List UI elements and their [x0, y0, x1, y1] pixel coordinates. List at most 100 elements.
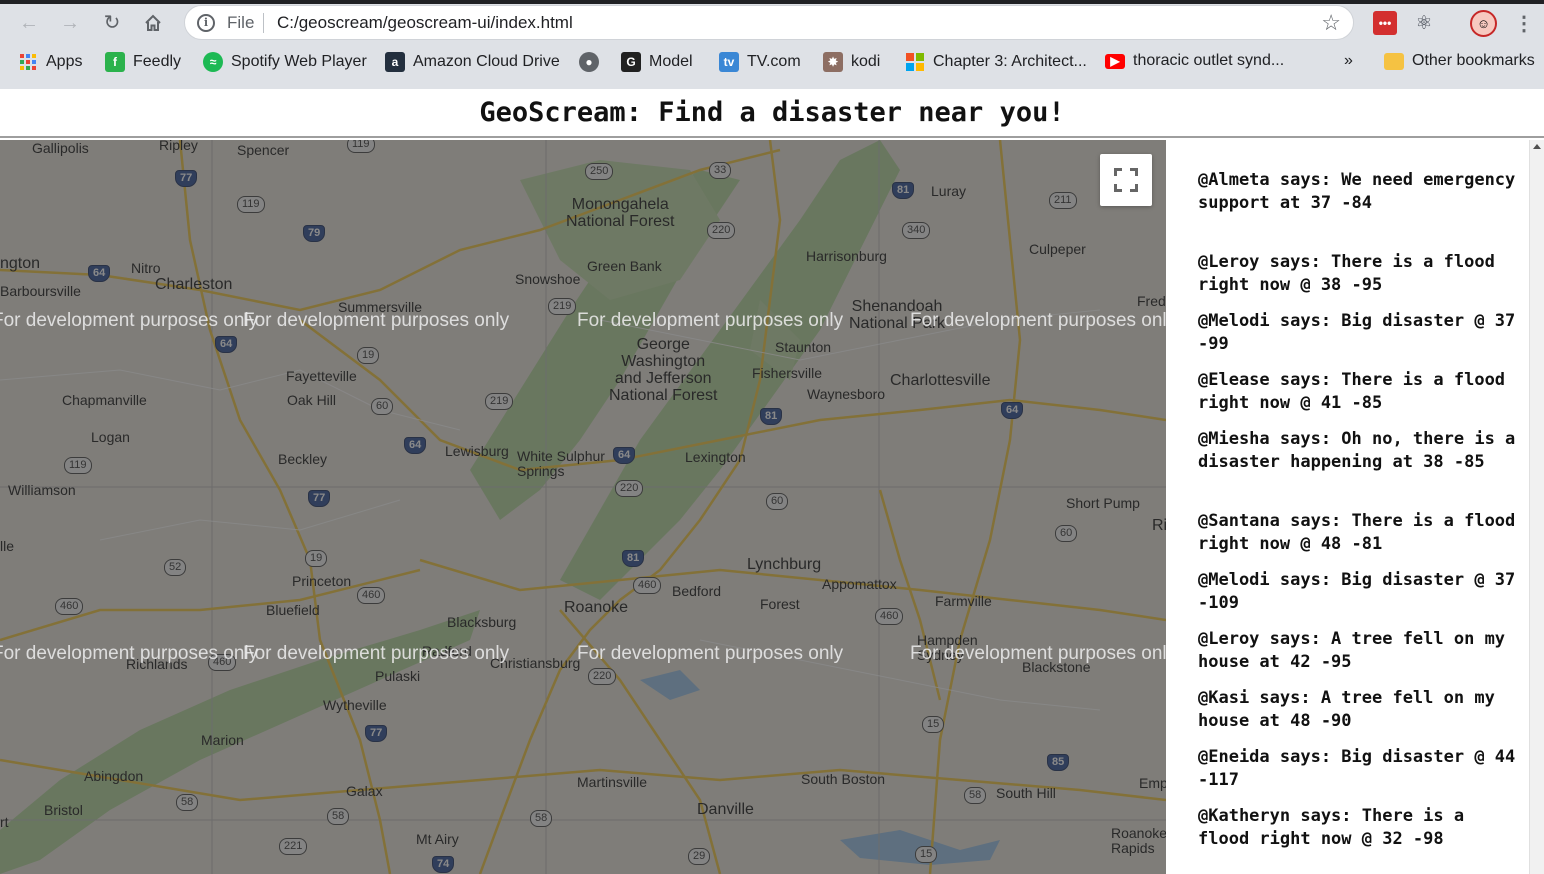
map-place-label: Roanoke — [564, 599, 629, 616]
reload-icon[interactable]: ↻ — [99, 11, 125, 35]
map-place-label: Galax — [346, 783, 383, 799]
route-shield: 58 — [176, 794, 199, 811]
route-shield: 77 — [175, 170, 198, 187]
tv-icon: tv — [719, 52, 739, 72]
map-place-label: Chapmanville — [62, 392, 147, 408]
other-bookmarks-folder[interactable]: Other bookmarks — [1384, 52, 1535, 70]
map-place-label: Luray — [931, 183, 967, 199]
bookmark-globe[interactable]: ● — [579, 52, 599, 72]
microsoft-icon — [905, 52, 925, 72]
page-title: GeoScream: Find a disaster near you! — [479, 97, 1065, 128]
info-icon[interactable]: i — [197, 14, 215, 32]
route-shield: 220 — [588, 668, 617, 685]
bookmark-feedly[interactable]: f Feedly — [105, 52, 181, 72]
map-place-label: Ri — [1152, 517, 1166, 534]
map-place-label: Logan — [91, 429, 130, 445]
map-watermark: For development purposes only — [910, 643, 1166, 664]
map-watermark: For development purposes only — [577, 643, 844, 664]
bookmark-tvcom[interactable]: tv TV.com — [719, 52, 801, 72]
route-shield: 77 — [365, 725, 388, 742]
route-shield: 19 — [305, 550, 328, 567]
profile-avatar[interactable]: ☺ — [1470, 10, 1497, 37]
youtube-icon: ▶ — [1105, 53, 1125, 69]
route-shield: 64 — [613, 447, 636, 464]
back-arrow-icon[interactable]: ← — [16, 11, 42, 35]
disaster-feed[interactable]: @Almeta says: We need emergency support … — [1166, 140, 1544, 874]
map-place-label: Forest — [760, 596, 800, 612]
bookmarks-bar: Apps f Feedly ≈ Spotify Web Player a Ama… — [0, 46, 1544, 82]
bookmark-label: Other bookmarks — [1412, 52, 1535, 69]
page-header: GeoScream: Find a disaster near you! — [0, 89, 1544, 138]
route-shield: 220 — [615, 480, 644, 497]
route-shield: 19 — [357, 347, 380, 364]
feed-message: @Katheryn says: There is a flood right n… — [1198, 806, 1475, 849]
bookmark-amazon-cloud-drive[interactable]: a Amazon Cloud Drive — [385, 52, 560, 72]
route-shield: 60 — [1055, 525, 1078, 542]
map-place-label: Spencer — [237, 142, 290, 158]
route-shield: 58 — [530, 810, 553, 827]
bookmark-label: Feedly — [133, 53, 182, 70]
bookmark-label: Model — [649, 53, 693, 70]
feed-message: @Kasi says: A tree fell on my house at 4… — [1198, 688, 1506, 731]
fullscreen-button[interactable] — [1100, 154, 1152, 206]
route-shield: 79 — [303, 225, 326, 242]
map-place-label: Roanoke Rapids — [1111, 825, 1166, 856]
route-shield: 340 — [902, 222, 931, 239]
route-shield: 64 — [88, 265, 111, 282]
map-place-label: rt — [0, 814, 9, 830]
bookmark-chapter3[interactable]: Chapter 3: Architect... — [905, 52, 1087, 72]
map-place-label: George Washington and Jefferson National… — [609, 336, 718, 404]
bookmark-kodi[interactable]: ✸ kodi — [823, 52, 880, 72]
route-shield: 64 — [404, 437, 427, 454]
map-terrain — [0, 140, 1166, 874]
map-place-label: Emp — [1139, 775, 1166, 791]
scroll-up-arrow-icon[interactable] — [1533, 144, 1541, 149]
spotify-icon: ≈ — [203, 52, 223, 72]
map-place-label: White Sulphur Springs — [517, 448, 605, 479]
react-devtools-icon[interactable]: ⚛ — [1412, 11, 1436, 35]
map-place-label: Snowshoe — [515, 271, 581, 287]
map-place-label: Nitro — [131, 260, 161, 276]
map-place-label: Bluefield — [266, 602, 320, 618]
bookmark-apps[interactable]: Apps — [18, 52, 82, 72]
feedly-icon: f — [105, 52, 125, 72]
bookmark-label: Spotify Web Player — [231, 53, 367, 70]
route-shield: 250 — [585, 163, 614, 180]
map-watermark: For development purposes only — [243, 310, 510, 331]
route-shield: 81 — [760, 408, 783, 425]
feed-message: @Almeta says: We need emergency support … — [1198, 170, 1526, 213]
bookmarks-overflow-button[interactable]: » — [1344, 52, 1353, 70]
bookmark-thoracic[interactable]: ▶ thoracic outlet synd... — [1105, 52, 1284, 70]
amazon-icon: a — [385, 52, 405, 72]
forward-arrow-icon[interactable]: → — [57, 11, 83, 35]
route-shield: 460 — [357, 587, 386, 604]
map-place-label: Appomattox — [822, 576, 897, 592]
bookmark-model[interactable]: G Model — [621, 52, 693, 72]
bookmark-label: Chapter 3: Architect... — [933, 53, 1087, 70]
map-place-label: Short Pump — [1066, 495, 1140, 511]
address-bar[interactable]: i File C:/geoscream/geoscream-ui/index.h… — [184, 5, 1354, 40]
tab-strip — [0, 0, 1544, 4]
map-place-label: Bristol — [44, 802, 83, 818]
route-shield: 58 — [964, 787, 987, 804]
map-place-label: Martinsville — [577, 774, 648, 790]
route-shield: 15 — [915, 846, 938, 863]
route-shield: 33 — [709, 162, 732, 179]
bookmark-star-icon[interactable]: ☆ — [1321, 10, 1341, 36]
map-place-label: Gallipolis — [32, 140, 89, 156]
overflow-chevron-icon: » — [1344, 52, 1353, 69]
route-shield: 64 — [1001, 402, 1024, 419]
feed-message: @Leroy says: There is a flood right now … — [1198, 252, 1506, 295]
feed-scrollbar[interactable] — [1529, 140, 1544, 874]
route-shield: 220 — [707, 222, 736, 239]
map-place-label: Wytheville — [323, 697, 387, 713]
map-place-label: Green Bank — [587, 258, 662, 274]
home-icon[interactable] — [140, 11, 166, 35]
bookmark-spotify[interactable]: ≈ Spotify Web Player — [203, 52, 367, 72]
map-view[interactable]: Gallipolis Ripley Spencer Monongahela Na… — [0, 140, 1166, 874]
menu-kebab-icon[interactable]: ⋮ — [1512, 11, 1536, 35]
extension-red-icon[interactable]: ••• — [1373, 11, 1397, 35]
url-text[interactable]: C:/geoscream/geoscream-ui/index.html — [277, 13, 573, 33]
bookmark-label: thoracic outlet synd... — [1133, 52, 1285, 69]
map-place-label: Williamson — [8, 482, 76, 498]
